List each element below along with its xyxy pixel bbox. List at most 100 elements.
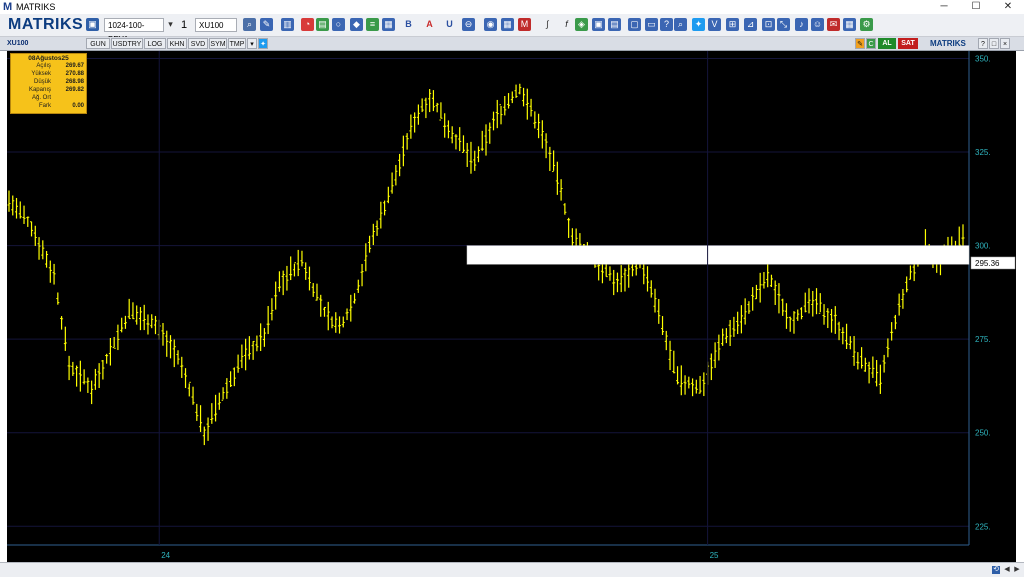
indicator-icon[interactable]: ◆ [350, 18, 363, 31]
fx-icon[interactable]: f [560, 18, 573, 31]
y-tick-label: 225. [975, 522, 991, 531]
info-date: 08Ağustos25 [28, 55, 69, 62]
minimize-button[interactable]: ─ [930, 0, 958, 14]
zoom-icon[interactable]: ⌕ [674, 18, 687, 31]
info-value: 269.67 [65, 63, 84, 69]
info-row-low: Düşük 268.98 [11, 78, 86, 86]
list-icon[interactable]: ▦ [382, 18, 395, 31]
system-icon[interactable]: ◈ [575, 18, 588, 31]
news-icon[interactable]: ○ [332, 18, 345, 31]
draw-icon[interactable]: ✎ [260, 18, 273, 31]
chart-svg[interactable]: 350. 325. 300. 275. 250. 225. 295.36 24 25 [7, 51, 1016, 562]
settings-icon[interactable]: ⚙ [860, 18, 873, 31]
font-color-icon[interactable]: A [423, 18, 436, 31]
info-row-high: Yüksek 270.88 [11, 70, 86, 78]
mail-icon[interactable]: M [518, 18, 531, 31]
sell-button[interactable]: SAT [898, 38, 918, 49]
twitter-share-icon[interactable]: ✦ [258, 38, 268, 49]
ohlc-info-box: 08Ağustos25 Açılış 269.67 Yüksek 270.88 Dü… [10, 53, 87, 114]
buy-button[interactable]: AL [878, 38, 896, 49]
chevron-down-icon[interactable]: ▾ [247, 38, 257, 49]
alert-icon[interactable]: ⊖ [462, 18, 475, 31]
info-label: Fark [39, 103, 51, 109]
y-tick-label: 350. [975, 54, 991, 63]
tab-log[interactable]: LOG [144, 38, 166, 49]
bold-icon[interactable]: B [402, 18, 415, 31]
info-value: 0.00 [72, 103, 84, 109]
window-title: MATRIKS [16, 2, 56, 12]
tab-gun[interactable]: GUN [86, 38, 110, 49]
validate-icon[interactable]: V [708, 18, 721, 31]
bell-icon[interactable]: ♪ [795, 18, 808, 31]
resize-icon[interactable]: ⤡ [777, 18, 790, 31]
help-icon[interactable]: ? [660, 18, 673, 31]
info-label: Yüksek [31, 71, 51, 77]
symbol-select[interactable]: XU100 [195, 18, 237, 32]
link-icon[interactable]: ⟲ [992, 566, 1000, 574]
chart-tab-bar: XU100 GUN USDTRY LOG KHN SVD SYM TMP ▾ ✦… [0, 37, 1024, 51]
info-row-open: Açılış 269.67 [11, 62, 86, 70]
tab-khn[interactable]: KHN [167, 38, 187, 49]
calculator-icon[interactable]: ▦ [843, 18, 856, 31]
maximize-button[interactable]: ☐ [962, 0, 990, 14]
y-tick-label: 250. [975, 429, 991, 438]
close-button[interactable]: ✕ [994, 0, 1022, 14]
refresh-icon[interactable]: C [866, 38, 876, 49]
info-label: Düşük [33, 79, 51, 85]
grid-icon[interactable]: ▦ [501, 18, 514, 31]
info-label: Ağ. Ort [31, 95, 51, 101]
brand-logo: MATRIKS [8, 16, 84, 33]
chart-brand-label: MATRIKS [930, 39, 966, 48]
link-icon[interactable]: ⊞ [726, 18, 739, 31]
restore-icon[interactable]: □ [989, 38, 999, 49]
chart-background [7, 51, 1016, 562]
pie-icon[interactable]: ◔ [301, 18, 314, 31]
info-row-close: Kapanış 269.82 [11, 86, 86, 94]
info-row-wavg: Ağ. Ort [11, 94, 86, 102]
price-chart[interactable]: 350. 325. 300. 275. 250. 225. 295.36 24 25 [7, 51, 1016, 562]
app-logo: M [3, 1, 13, 13]
twitter-icon[interactable]: ✦ [692, 18, 705, 31]
window-number[interactable]: 1 [178, 18, 192, 32]
chevron-down-icon[interactable]: ▾ [164, 18, 177, 31]
edit-icon[interactable]: ✎ [855, 38, 865, 49]
table-icon[interactable]: ≡ [366, 18, 379, 31]
window-icon[interactable]: ▣ [592, 18, 605, 31]
info-row-diff: Fark 0.00 [11, 102, 86, 110]
info-value: 268.98 [65, 79, 84, 85]
tab-svd[interactable]: SVD [188, 38, 208, 49]
info-label: Açılış [36, 63, 51, 69]
chart-symbol-label[interactable]: XU100 [7, 38, 28, 49]
screen-icon[interactable]: ▤ [316, 18, 329, 31]
pin-icon[interactable]: ⊿ [744, 18, 757, 31]
y-tick-label: 325. [975, 148, 991, 157]
scroll-left-icon[interactable]: ◀ [1003, 566, 1011, 574]
close-icon[interactable]: × [1000, 38, 1010, 49]
info-value: 269.82 [65, 87, 84, 93]
monitor-icon[interactable]: ▢ [628, 18, 641, 31]
y-tick-label: 275. [975, 335, 991, 344]
title-bar: M MATRIKS ─ ☐ ✕ [0, 0, 1024, 14]
x-tick-label: 24 [161, 551, 170, 560]
compare-icon[interactable]: ◉ [484, 18, 497, 31]
print-icon[interactable]: ▭ [645, 18, 658, 31]
main-toolbar: MATRIKS ▣ 1024-100-BEYA ▾ 1 XU100 ⌕ ✎ ▥ … [0, 14, 1024, 44]
help-icon[interactable]: ? [978, 38, 988, 49]
tab-usdtry[interactable]: USDTRY [111, 38, 143, 49]
layout-icon[interactable]: ⊡ [762, 18, 775, 31]
info-value: 270.88 [65, 71, 84, 77]
search-icon[interactable]: ⌕ [243, 18, 256, 31]
formula-icon[interactable]: ∫ [541, 18, 554, 31]
last-price-label: 295.36 [975, 259, 1000, 268]
tab-sym[interactable]: SYM [209, 38, 227, 49]
underline-icon[interactable]: U [443, 18, 456, 31]
tab-tmp[interactable]: TMP [228, 38, 246, 49]
status-bar: ⟲ ◀ ▶ [0, 562, 1024, 577]
chart-type-icon[interactable]: ▥ [281, 18, 294, 31]
save-icon[interactable]: ▣ [86, 18, 99, 31]
email-icon[interactable]: ✉ [827, 18, 840, 31]
person-icon[interactable]: ☺ [811, 18, 824, 31]
layout-select[interactable]: 1024-100-BEYA [104, 18, 164, 44]
book-icon[interactable]: ▤ [608, 18, 621, 31]
scroll-right-icon[interactable]: ▶ [1013, 566, 1021, 574]
